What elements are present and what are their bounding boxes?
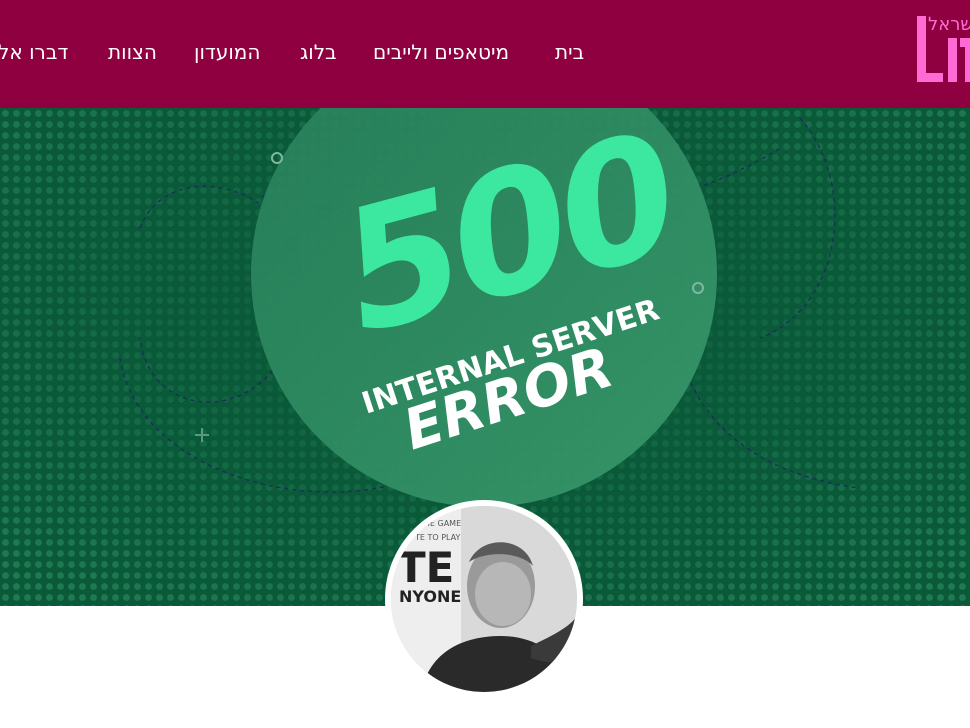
profile-avatar[interactable]: THE GAME TE TO PLAY TE NYONE bbox=[385, 500, 583, 698]
nav-item-meetups[interactable]: מיטאפים ולייבים bbox=[373, 40, 509, 64]
site-logo[interactable]: שראל bbox=[914, 14, 970, 94]
nav-item-contact[interactable]: דברו אל bbox=[0, 40, 68, 64]
logo-mark-icon bbox=[917, 16, 970, 82]
svg-text:TE: TE bbox=[397, 543, 454, 592]
avatar-photo: THE GAME TE TO PLAY TE NYONE bbox=[391, 506, 577, 692]
svg-text:THE GAME: THE GAME bbox=[418, 519, 461, 528]
nav-item-team[interactable]: הצוות bbox=[108, 40, 157, 64]
nav-item-blog[interactable]: בלוג bbox=[300, 40, 337, 64]
nav-item-home[interactable]: בית bbox=[555, 40, 584, 64]
svg-text:NYONE: NYONE bbox=[399, 587, 461, 606]
svg-text:TE TO PLAY: TE TO PLAY bbox=[414, 533, 461, 542]
nav-item-club[interactable]: המועדון bbox=[194, 40, 260, 64]
person-photo-icon: THE GAME TE TO PLAY TE NYONE bbox=[391, 506, 577, 692]
top-navbar: בית מיטאפים ולייבים בלוג המועדון הצוות ד… bbox=[0, 0, 970, 108]
